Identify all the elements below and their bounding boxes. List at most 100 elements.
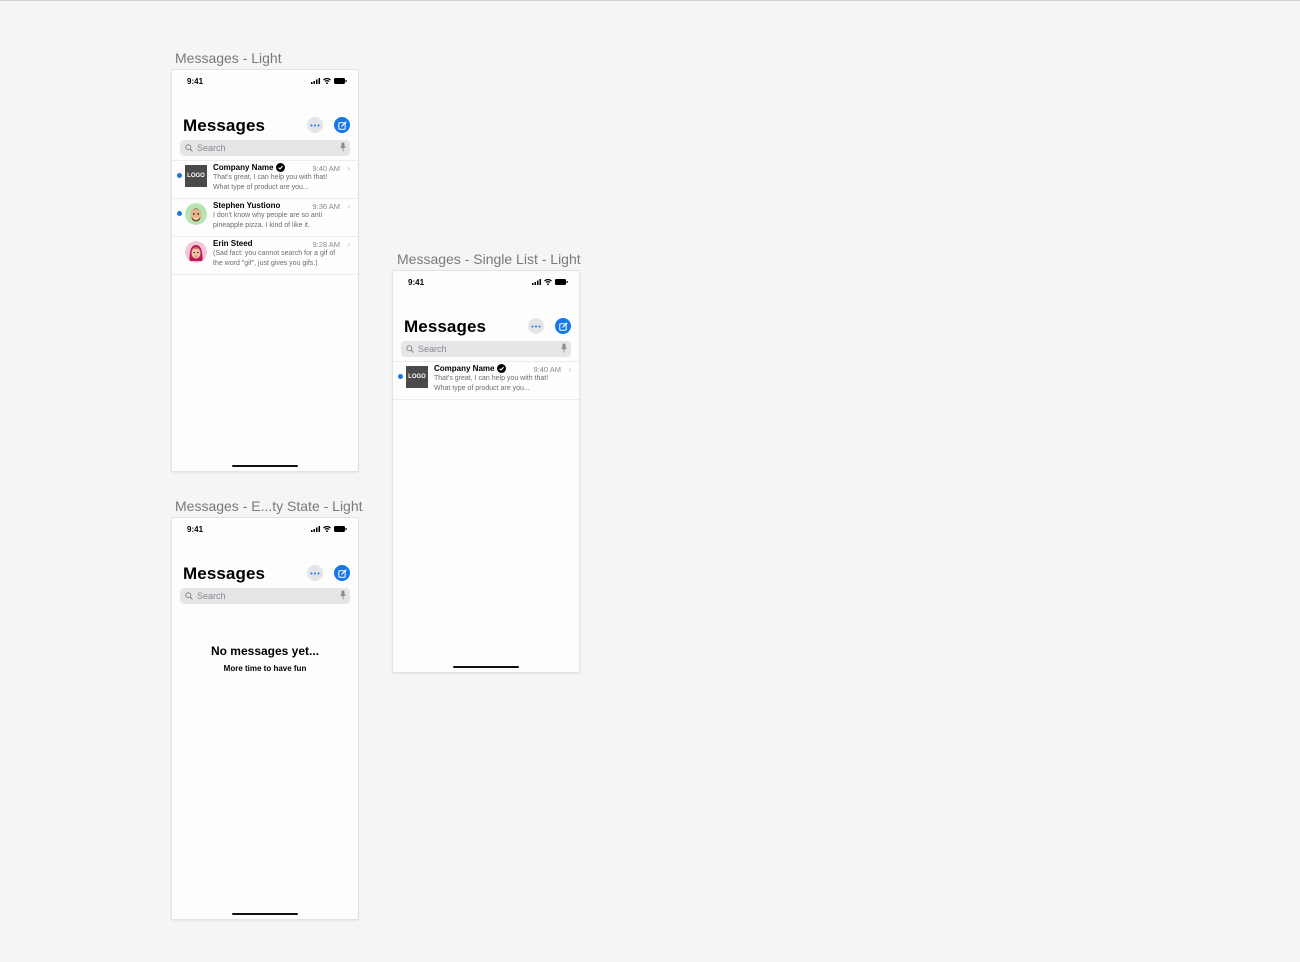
canvas-top-divider (0, 0, 1300, 1)
search-placeholder: Search (418, 344, 447, 354)
message-preview: That's great, I can help you with that! … (213, 174, 328, 191)
cellular-signal-icon (311, 526, 320, 532)
cellular-signal-icon (311, 78, 320, 84)
status-time: 9:41 (187, 525, 204, 534)
contact-name: Company Name (434, 364, 495, 373)
memoji-woman-icon (185, 241, 207, 263)
search-input[interactable]: Search (180, 140, 350, 156)
status-bar: 9:41 (172, 70, 358, 98)
contact-name-row: Erin Steed (213, 239, 253, 248)
phone-frame-single-list: 9:41 Messages Search LOGO Company Name 9… (393, 271, 579, 672)
conversation-row[interactable]: Erin Steed 9:28 AM › (Sad fact: you cann… (172, 237, 358, 275)
empty-state-title: No messages yet... (210, 644, 320, 658)
battery-icon (334, 78, 347, 84)
status-time: 9:41 (408, 278, 425, 287)
conversation-row[interactable]: LOGO Company Name 9:40 AM › That's great… (172, 161, 358, 199)
conversation-list: LOGO Company Name 9:40 AM › That's great… (172, 160, 358, 275)
memoji-man-avatar (185, 203, 207, 225)
compose-button[interactable] (555, 318, 571, 334)
status-icons (311, 78, 347, 84)
message-time: 9:28 AM (312, 240, 340, 249)
conversation-row[interactable]: Stephen Yustiono 9:36 AM › I don't know … (172, 199, 358, 237)
message-preview: I don't know why people are so anti pine… (213, 212, 323, 229)
contact-name-row: Stephen Yustiono (213, 201, 280, 210)
search-input[interactable]: Search (401, 341, 571, 357)
home-indicator[interactable] (232, 465, 298, 467)
home-indicator[interactable] (453, 666, 519, 668)
compose-icon (558, 321, 568, 331)
ellipsis-icon (531, 325, 541, 327)
search-icon (185, 592, 193, 600)
wifi-icon (544, 279, 552, 285)
compose-button[interactable] (334, 117, 350, 133)
search-area: Search (172, 588, 358, 608)
wifi-icon (323, 526, 331, 532)
page-title: Messages (183, 116, 266, 135)
frame-label-empty-state[interactable]: Messages - E...ty State - Light (175, 498, 363, 514)
status-bar: 9:41 (393, 271, 579, 299)
compose-button[interactable] (334, 565, 350, 581)
battery-icon (334, 526, 347, 532)
microphone-icon[interactable] (340, 590, 346, 600)
chevron-right-icon: › (568, 365, 571, 374)
memoji-woman-avatar (185, 241, 207, 263)
chevron-right-icon: › (347, 240, 350, 249)
ellipsis-icon (310, 124, 320, 126)
chevron-right-icon: › (347, 202, 350, 211)
message-preview: (Sad fact: you cannot search for a gif o… (213, 250, 336, 267)
cellular-signal-icon (532, 279, 541, 285)
search-area: Search (393, 341, 579, 361)
status-time: 9:41 (187, 77, 204, 86)
page-title: Messages (183, 564, 266, 583)
search-icon (406, 345, 414, 353)
search-icon (185, 144, 193, 152)
phone-frame-light: 9:41 Messages Search LOGO Company Name 9… (172, 70, 358, 471)
conversation-list: LOGO Company Name 9:40 AM › That's great… (393, 361, 579, 400)
frame-label-single-list[interactable]: Messages - Single List - Light (397, 251, 581, 267)
search-placeholder: Search (197, 143, 226, 153)
contact-name: Erin Steed (213, 239, 253, 248)
contact-name-row: Company Name (213, 163, 286, 172)
verified-badge-icon (276, 163, 286, 172)
company-logo-avatar: LOGO (406, 366, 428, 388)
ellipsis-icon (310, 572, 320, 574)
message-preview: That's great, I can help you with that! … (434, 375, 549, 392)
message-time: 9:36 AM (312, 202, 340, 211)
compose-icon (337, 120, 347, 130)
more-options-button[interactable] (307, 117, 323, 133)
page-title: Messages (404, 317, 487, 336)
status-icons (532, 279, 568, 285)
search-area: Search (172, 140, 358, 160)
unread-indicator (177, 173, 182, 178)
unread-indicator (177, 211, 182, 216)
status-bar: 9:41 (172, 518, 358, 546)
message-time: 9:40 AM (312, 164, 340, 173)
contact-name: Stephen Yustiono (213, 201, 281, 210)
chevron-right-icon: › (347, 164, 350, 173)
compose-icon (337, 568, 347, 578)
home-indicator[interactable] (232, 913, 298, 915)
navigation-header: Messages (393, 299, 579, 341)
search-placeholder: Search (197, 591, 226, 601)
navigation-header: Messages (172, 98, 358, 140)
conversation-row[interactable]: LOGO Company Name 9:40 AM › That's great… (393, 362, 579, 400)
frame-label-light[interactable]: Messages - Light (175, 50, 282, 66)
status-icons (311, 526, 347, 532)
phone-frame-empty-state: 9:41 Messages Search No messages yet... … (172, 518, 358, 919)
microphone-icon[interactable] (561, 343, 567, 353)
more-options-button[interactable] (307, 565, 323, 581)
verified-badge-icon (497, 364, 507, 373)
unread-indicator (398, 374, 403, 379)
wifi-icon (323, 78, 331, 84)
microphone-icon[interactable] (340, 142, 346, 152)
contact-name: Company Name (213, 163, 274, 172)
contact-name-row: Company Name (434, 364, 507, 373)
more-options-button[interactable] (528, 318, 544, 334)
battery-icon (555, 279, 568, 285)
search-input[interactable]: Search (180, 588, 350, 604)
empty-state-subtitle: More time to have fun (223, 664, 307, 673)
memoji-man-icon (185, 203, 207, 225)
navigation-header: Messages (172, 546, 358, 588)
message-time: 9:40 AM (533, 365, 561, 374)
company-logo-avatar: LOGO (185, 165, 207, 187)
